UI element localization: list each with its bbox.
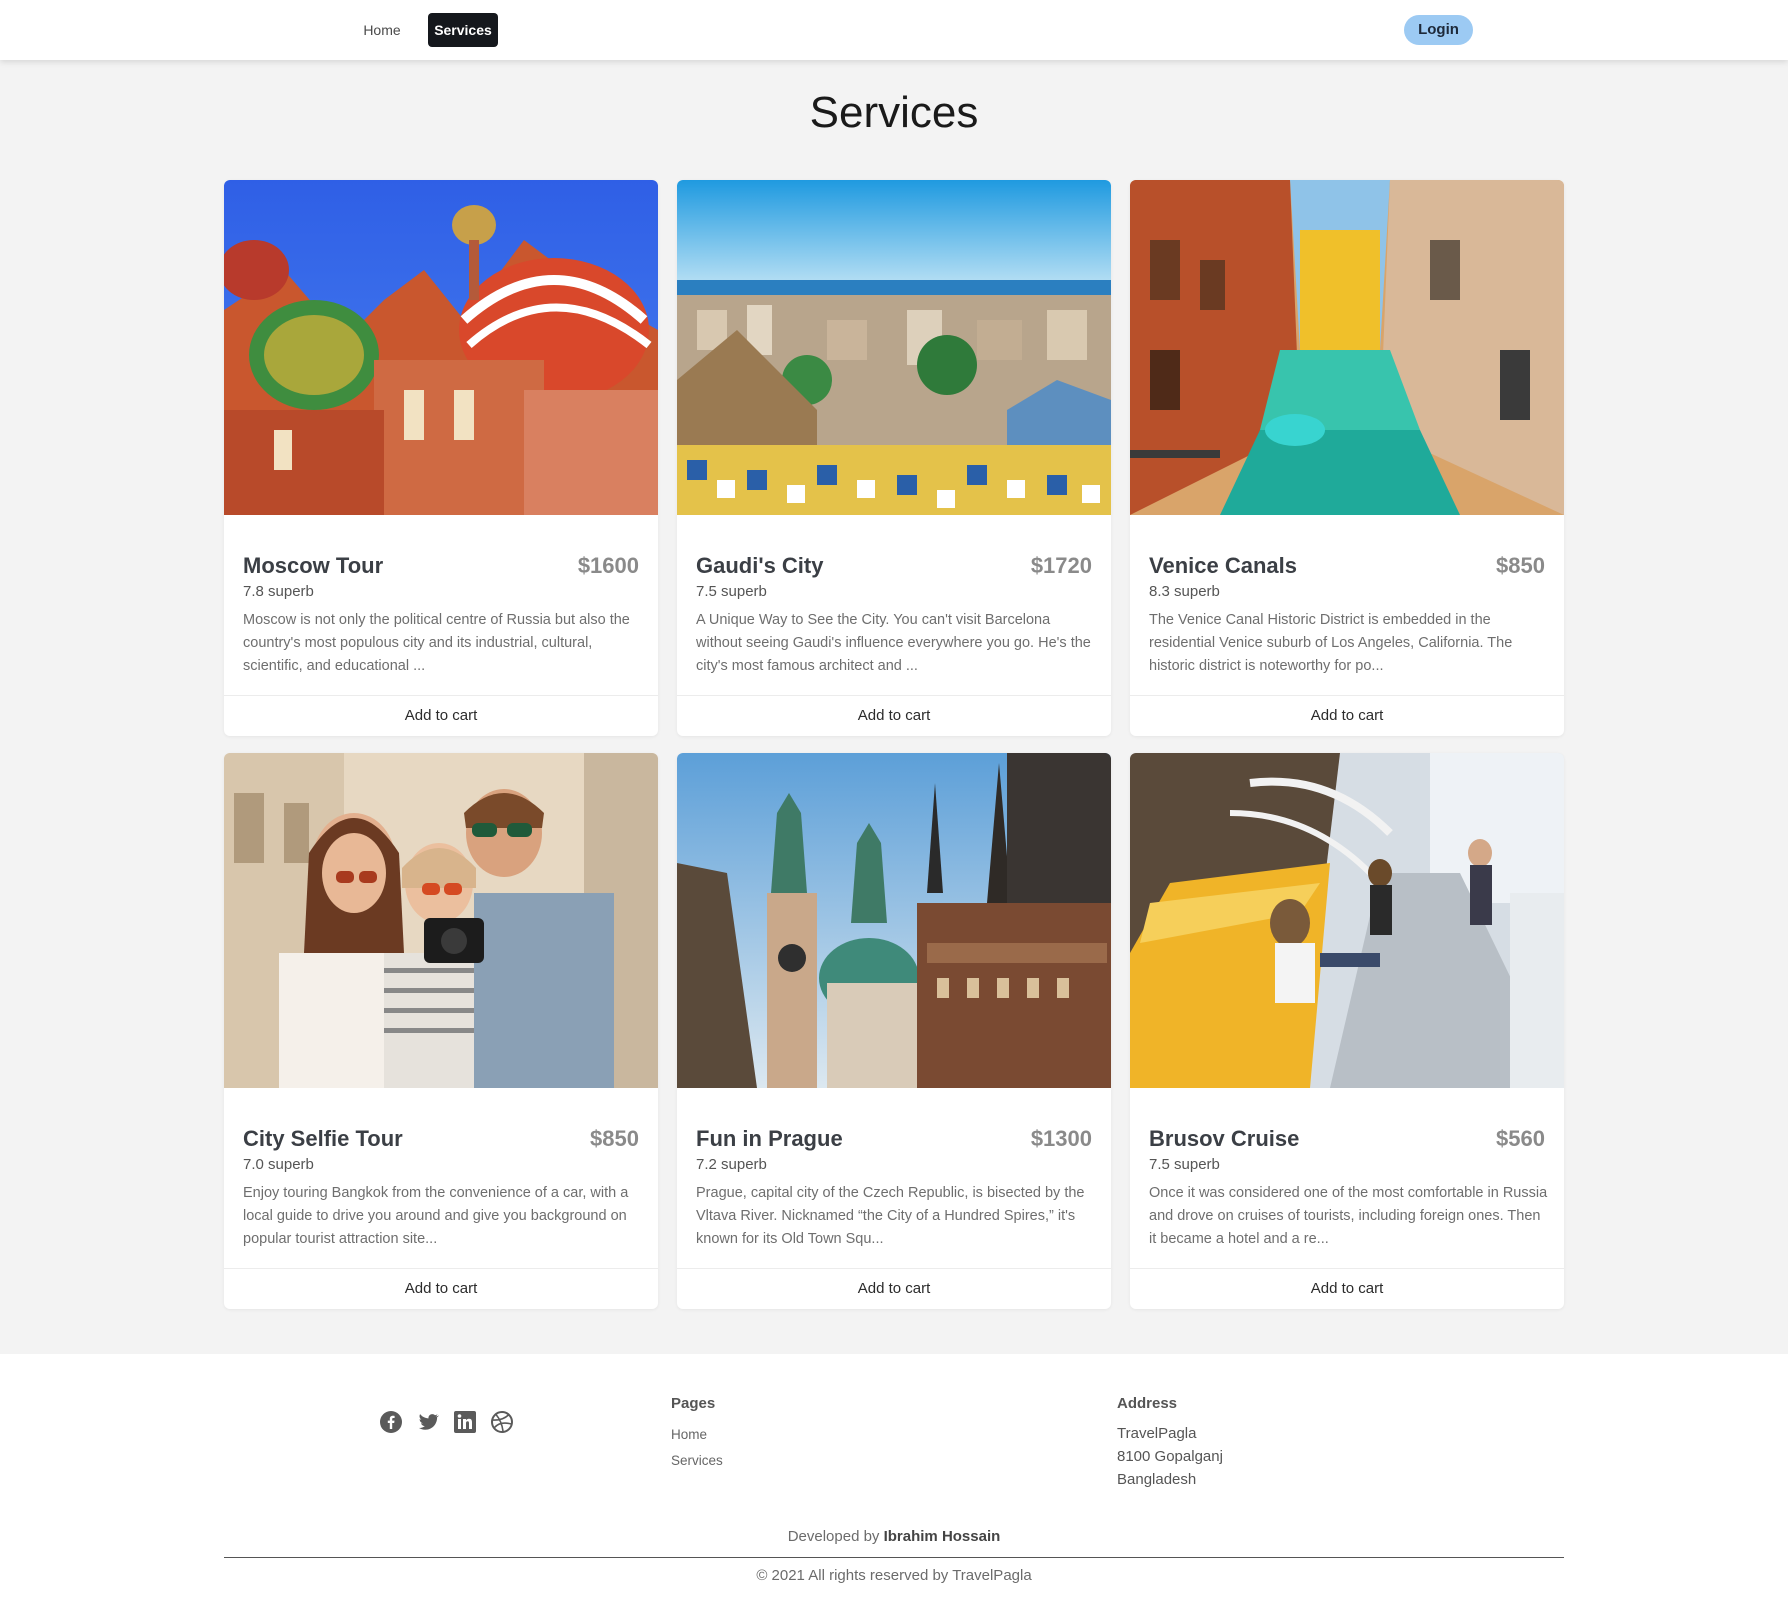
footer: Pages Home Services Address TravelPagla … [0, 1354, 1788, 1605]
service-card: City Selfie Tour $850 7.0 superb Enjoy t… [224, 753, 658, 1309]
footer-services-link[interactable]: Services [671, 1453, 723, 1468]
address-heading: Address [1117, 1395, 1178, 1412]
card-price: $850 [590, 1126, 639, 1151]
card-title: Fun in Prague [696, 1126, 843, 1151]
address-line: Bangladesh [1117, 1471, 1197, 1488]
card-rating: 7.8 superb [243, 583, 314, 600]
venice-canal-image [1130, 180, 1564, 515]
add-to-cart-button[interactable]: Add to cart [677, 696, 1111, 736]
add-to-cart-button[interactable]: Add to cart [677, 1269, 1111, 1309]
developed-prefix: Developed by [787, 1528, 880, 1545]
card-price: $1300 [1030, 1126, 1092, 1151]
card-description: The Venice Canal Historic District is em… [1149, 612, 1513, 674]
add-to-cart-button[interactable]: Add to cart [224, 696, 658, 736]
card-description: Moscow is not only the political centre … [243, 612, 630, 674]
card-price: $560 [1496, 1126, 1545, 1151]
developer-name: Ibrahim Hossain [883, 1528, 1001, 1545]
copyright-text: © 2021 All rights reserved by TravelPagl… [756, 1567, 1032, 1584]
linkedin-icon[interactable] [453, 1410, 477, 1434]
navbar: Home Services Login [0, 0, 1788, 60]
card-rating: 7.5 superb [1149, 1156, 1220, 1173]
address-line: TravelPagla [1117, 1425, 1197, 1442]
footer-divider [224, 1557, 1564, 1558]
add-to-cart-button[interactable]: Add to cart [1130, 1269, 1564, 1309]
friends-selfie-image [224, 753, 658, 1088]
card-price: $1720 [1030, 553, 1092, 578]
card-price: $850 [1496, 553, 1545, 578]
nav-home-link[interactable]: Home [356, 13, 408, 47]
prague-spires-image [677, 753, 1111, 1088]
card-title: Moscow Tour [243, 553, 384, 578]
card-title: City Selfie Tour [243, 1126, 403, 1151]
dribbble-icon[interactable] [490, 1410, 514, 1434]
add-to-cart-button[interactable]: Add to cart [1130, 696, 1564, 736]
card-description: Enjoy touring Bangkok from the convenien… [243, 1185, 629, 1247]
moscow-cathedral-image [224, 180, 658, 515]
login-button[interactable]: Login [1404, 15, 1473, 45]
address-line: 8100 Gopalganj [1117, 1448, 1223, 1465]
card-title: Brusov Cruise [1149, 1126, 1300, 1151]
card-rating: 7.5 superb [696, 583, 767, 600]
social-links [379, 1410, 514, 1434]
developer-credit: Developed by Ibrahim Hossain [0, 1528, 1788, 1545]
barcelona-park-image [677, 180, 1111, 515]
card-rating: 7.0 superb [243, 1156, 314, 1173]
page-title: Services [809, 88, 979, 137]
service-card: Moscow Tour $1600 7.8 superb Moscow is n… [224, 180, 658, 736]
add-to-cart-button[interactable]: Add to cart [224, 1269, 658, 1309]
service-card: Gaudi's City $1720 7.5 superb A Unique W… [677, 180, 1111, 736]
card-title: Gaudi's City [696, 553, 824, 578]
nav-services-link[interactable]: Services [428, 13, 498, 47]
card-title: Venice Canals [1149, 553, 1297, 578]
card-rating: 7.2 superb [696, 1156, 767, 1173]
card-description: Once it was considered one of the most c… [1149, 1185, 1548, 1247]
card-description: A Unique Way to See the City. You can't … [696, 612, 1091, 674]
cruise-deck-image [1130, 753, 1564, 1088]
service-card: Venice Canals $850 8.3 superb The Venice… [1130, 180, 1564, 736]
pages-heading: Pages [671, 1395, 716, 1412]
card-description: Prague, capital city of the Czech Republ… [696, 1185, 1085, 1247]
facebook-icon[interactable] [379, 1410, 403, 1434]
card-price: $1600 [577, 553, 639, 578]
footer-home-link[interactable]: Home [671, 1427, 707, 1442]
service-card: Fun in Prague $1300 7.2 superb Prague, c… [677, 753, 1111, 1309]
service-card: Brusov Cruise $560 7.5 superb Once it wa… [1130, 753, 1564, 1309]
twitter-icon[interactable] [416, 1410, 440, 1434]
card-rating: 8.3 superb [1149, 583, 1220, 600]
